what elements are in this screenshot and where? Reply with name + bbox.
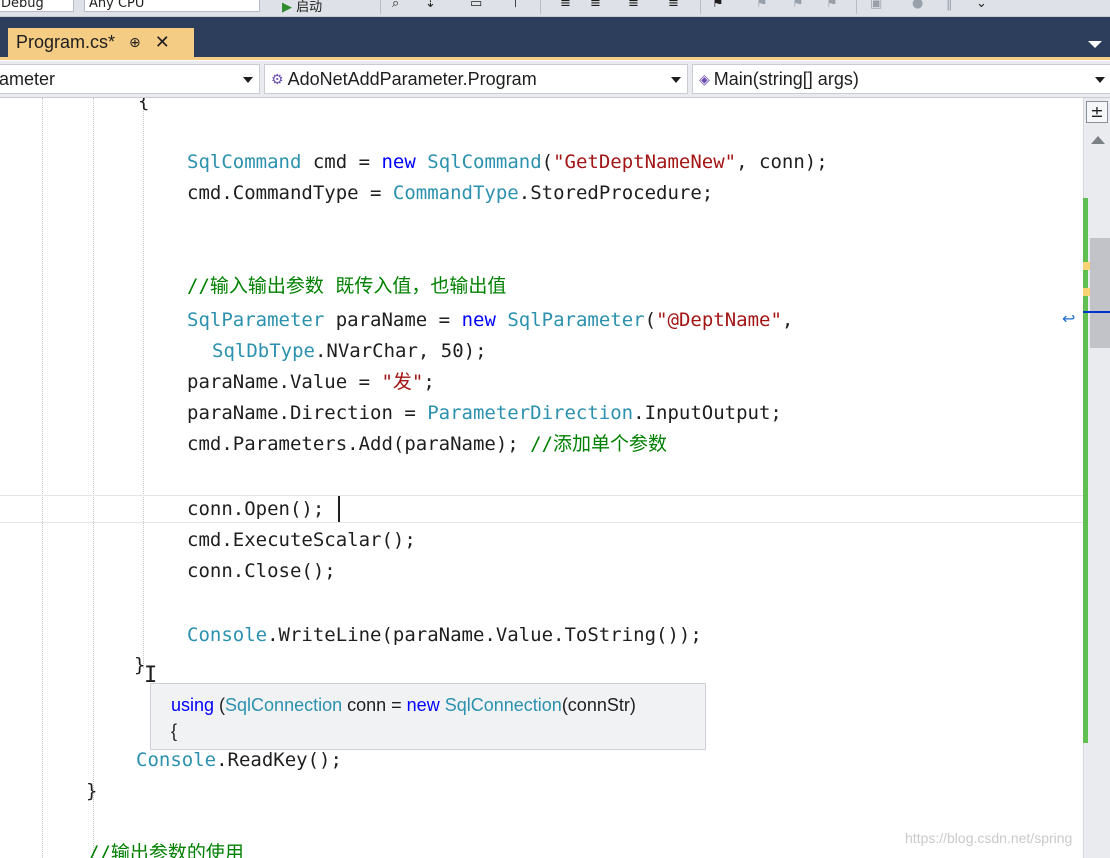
tab-overflow-arrow-icon[interactable] xyxy=(1088,41,1102,48)
next-bookmark-icon[interactable]: ⚑ xyxy=(792,0,804,11)
project-dropdown[interactable]: ameter xyxy=(0,64,260,94)
text-caret xyxy=(338,496,340,522)
window-icon[interactable]: ▭ xyxy=(470,0,482,11)
indent-guide xyxy=(143,98,144,668)
scroll-marker xyxy=(1083,288,1090,296)
close-tab-icon[interactable]: ✕ xyxy=(155,32,170,53)
bookmark-icon[interactable]: ⚑ xyxy=(712,0,724,11)
code-line: paraName.Value = "发"; xyxy=(187,371,435,393)
attach-icon[interactable]: ▣ xyxy=(870,0,882,11)
toolbar-separator xyxy=(856,0,857,14)
play-icon: ▶ xyxy=(282,0,292,15)
scrollbar-thumb[interactable] xyxy=(1090,238,1110,348)
overflow-chevron-icon[interactable]: ⌄ xyxy=(976,0,987,11)
split-editor-icon[interactable]: ± xyxy=(1086,101,1108,123)
navigation-bar: ameter ⚙ AdoNetAddParameter.Program ◈ Ma… xyxy=(0,61,1110,98)
member-name: Main(string[] args) xyxy=(713,68,859,89)
toolbar: Debug Any CPU ▶ 启动 ⌕ ⇣ ▭ ⊤ ≡ ≡ ≡ ≡ ⚑ ⚑ ⚑… xyxy=(0,0,1110,17)
code-line: { xyxy=(138,98,150,112)
prev-bookmark-icon[interactable]: ⚑ xyxy=(756,0,768,11)
tab-program-cs[interactable]: Program.cs* ⊕ ✕ xyxy=(8,28,194,57)
pause-icon[interactable]: ‖ xyxy=(946,0,953,11)
class-dropdown[interactable]: ⚙ AdoNetAddParameter.Program xyxy=(264,64,688,94)
find-icon[interactable]: ⌕ xyxy=(392,0,399,11)
code-line: conn.Close(); xyxy=(187,560,336,582)
document-tab-strip: Program.cs* ⊕ ✕ xyxy=(0,17,1110,60)
current-line-highlight xyxy=(0,495,1083,523)
comment-icon[interactable]: ≡ xyxy=(628,0,639,11)
uncomment-icon[interactable]: ≡ xyxy=(668,0,679,11)
code-line: Console.WriteLine(paraName.Value.ToStrin… xyxy=(187,624,702,646)
platform-dropdown[interactable]: Any CPU xyxy=(84,0,260,12)
change-tracking-bar xyxy=(1083,198,1088,743)
pin-icon[interactable]: ⊕ xyxy=(129,35,141,51)
solution-config-value: Debug xyxy=(1,0,44,11)
start-button[interactable]: ▶ 启动 xyxy=(282,0,322,15)
code-line: SqlParameter paraName = new SqlParameter… xyxy=(187,309,794,331)
toolbar-separator xyxy=(540,0,541,14)
method-icon: ◈ xyxy=(699,70,710,87)
caret-position-marker xyxy=(1083,311,1110,313)
class-icon: ⚙ xyxy=(271,70,284,87)
code-line: } xyxy=(86,780,98,802)
word-wrap-icon: ↩ xyxy=(1062,309,1076,328)
code-line: cmd.ExecuteScalar(); xyxy=(187,529,416,551)
code-line: conn.Open(); xyxy=(187,498,325,520)
code-comment: //输出参数的使用 xyxy=(88,842,244,858)
scroll-up-arrow-icon[interactable] xyxy=(1091,136,1105,144)
tooltip-line: { xyxy=(171,721,178,741)
indent-guide xyxy=(93,98,94,858)
class-name: AdoNetAddParameter.Program xyxy=(287,68,537,89)
solution-config-dropdown[interactable]: Debug xyxy=(0,0,74,12)
toolbar-separator xyxy=(700,0,701,14)
code-line: paraName.Direction = ParameterDirection.… xyxy=(187,402,782,424)
chevron-down-icon xyxy=(1095,77,1105,83)
code-comment: //输入输出参数 既传入值，也输出值 xyxy=(187,275,507,297)
tooltip-line: using (SqlConnection conn = new SqlConne… xyxy=(171,695,636,715)
chevron-down-icon xyxy=(671,77,681,83)
platform-value: Any CPU xyxy=(89,0,145,11)
scroll-marker xyxy=(1083,262,1090,270)
tab-title: Program.cs* xyxy=(16,32,116,52)
clear-bookmark-icon[interactable]: ⚑ xyxy=(826,0,838,11)
outdent-icon[interactable]: ≡ xyxy=(560,0,571,11)
format-icon[interactable]: ⊤ xyxy=(510,0,521,11)
watermark: https://blog.csdn.net/spring xyxy=(905,830,1073,846)
active-tab-underline xyxy=(0,57,1110,60)
code-line: SqlDbType.NVarChar, 50); xyxy=(212,340,487,362)
brace-context-tooltip: using (SqlConnection conn = new SqlConne… xyxy=(150,683,706,750)
member-dropdown[interactable]: ◈ Main(string[] args) xyxy=(692,64,1110,94)
step-icon[interactable]: ⇣ xyxy=(425,0,436,11)
indent-icon[interactable]: ≡ xyxy=(590,0,601,11)
code-line: cmd.Parameters.Add(paraName); //添加单个参数 xyxy=(187,433,668,455)
project-name: ameter xyxy=(0,68,56,89)
chevron-down-icon xyxy=(243,77,253,83)
code-line: cmd.CommandType = CommandType.StoredProc… xyxy=(187,182,714,204)
toolbar-separator xyxy=(380,0,381,14)
breakpoint-icon[interactable]: ● xyxy=(912,0,923,11)
indent-guide xyxy=(42,98,43,858)
start-label: 启动 xyxy=(296,0,323,15)
code-line: SqlCommand cmd = new SqlCommand("GetDept… xyxy=(187,151,828,173)
